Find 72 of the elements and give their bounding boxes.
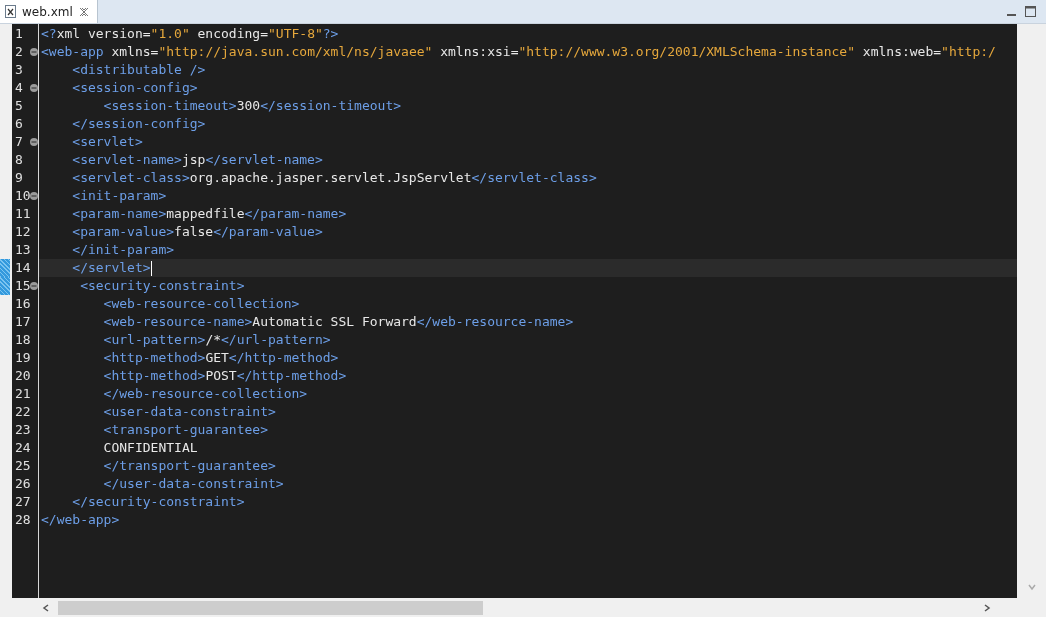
fold-icon[interactable] [30, 282, 38, 290]
code-line: </web-app> [41, 511, 120, 529]
code-line: </security-constraint> [71, 493, 245, 511]
line-number: 10 [14, 188, 31, 203]
code-line: </transport-guarantee> [102, 457, 276, 475]
code-line: <session-timeout>300</session-timeout> [102, 97, 402, 115]
tab-label: web.xml [22, 4, 73, 19]
code-line: <http-method>POST</http-method> [102, 367, 347, 385]
line-number: 15 [14, 278, 31, 293]
code-line: <servlet-class>org.apache.jasper.servlet.JspServlet</servlet-class> [71, 169, 597, 187]
line-number: 3 [14, 62, 23, 77]
fold-icon[interactable] [30, 84, 38, 92]
line-number: 9 [14, 170, 23, 185]
code-line: </servlet> [71, 259, 151, 277]
line-number: 4 [14, 80, 23, 95]
line-number: 22 [14, 404, 31, 419]
line-number: 7 [14, 134, 23, 149]
line-number: 27 [14, 494, 31, 509]
code-line: CONFIDENTIAL [102, 439, 198, 457]
fold-icon[interactable] [30, 192, 38, 200]
code-line: <url-pattern>/*</url-pattern> [102, 331, 331, 349]
scrollbar-thumb[interactable] [58, 600, 483, 615]
line-number: 21 [14, 386, 31, 401]
code-line: <init-param> [71, 187, 167, 205]
code-line: <servlet> [71, 133, 143, 151]
code-line: <param-name>mappedfile</param-name> [71, 205, 347, 223]
line-number: 14 [14, 260, 31, 275]
close-icon[interactable] [78, 6, 89, 17]
line-number: 26 [14, 476, 31, 491]
line-number: 13 [14, 242, 31, 257]
line-number: 5 [14, 98, 23, 113]
line-number: 12 [14, 224, 31, 239]
line-number: 20 [14, 368, 31, 383]
code-line: <?xml version="1.0" encoding="UTF-8"?> [41, 25, 339, 43]
change-marker [0, 277, 10, 295]
code-line: </init-param> [71, 241, 175, 259]
fold-icon[interactable] [30, 48, 38, 56]
fold-icon[interactable] [30, 138, 38, 146]
line-number: 11 [14, 206, 31, 221]
line-number: 8 [14, 152, 23, 167]
code-line: <distributable /> [71, 61, 206, 79]
maximize-icon[interactable] [1025, 6, 1036, 17]
code-line: <security-constraint> [79, 277, 245, 295]
editor-tab[interactable]: web.xml [0, 0, 98, 23]
code-line: <transport-guarantee> [102, 421, 268, 439]
line-number: 24 [14, 440, 31, 455]
code-line: <param-value>false</param-value> [71, 223, 323, 241]
code-line: <user-data-constraint> [102, 403, 276, 421]
xml-file-icon [5, 5, 16, 18]
code-line: <web-app xmlns="http://java.sun.com/xml/ns/javaee" xmlns:xsi="http://www.w3.org/2001/XMLSchema-instance" xmlns:web="http:/ [41, 43, 996, 61]
code-line: <web-resource-collection> [102, 295, 300, 313]
code-line: </session-config> [71, 115, 206, 133]
text-cursor [150, 260, 152, 276]
line-number: 2 [14, 44, 23, 59]
change-marker [0, 259, 10, 277]
line-number: 23 [14, 422, 31, 437]
line-number: 18 [14, 332, 31, 347]
scroll-right-icon[interactable] [983, 603, 991, 612]
line-number: 6 [14, 116, 23, 131]
code-line: </web-resource-collection> [102, 385, 308, 403]
code-line: <web-resource-name>Automatic SSL Forward</web-resource-name> [102, 313, 574, 331]
line-number: 17 [14, 314, 31, 329]
code-line: </user-data-constraint> [102, 475, 284, 493]
code-line: <session-config> [71, 79, 198, 97]
code-line: <http-method>GET</http-method> [102, 349, 339, 367]
scroll-left-icon[interactable] [42, 603, 50, 612]
code-line: <servlet-name>jsp</servlet-name> [71, 151, 323, 169]
line-number: 19 [14, 350, 31, 365]
line-number: 1 [14, 26, 23, 41]
line-number: 25 [14, 458, 31, 473]
line-number: 28 [14, 512, 31, 527]
line-number: 16 [14, 296, 31, 311]
